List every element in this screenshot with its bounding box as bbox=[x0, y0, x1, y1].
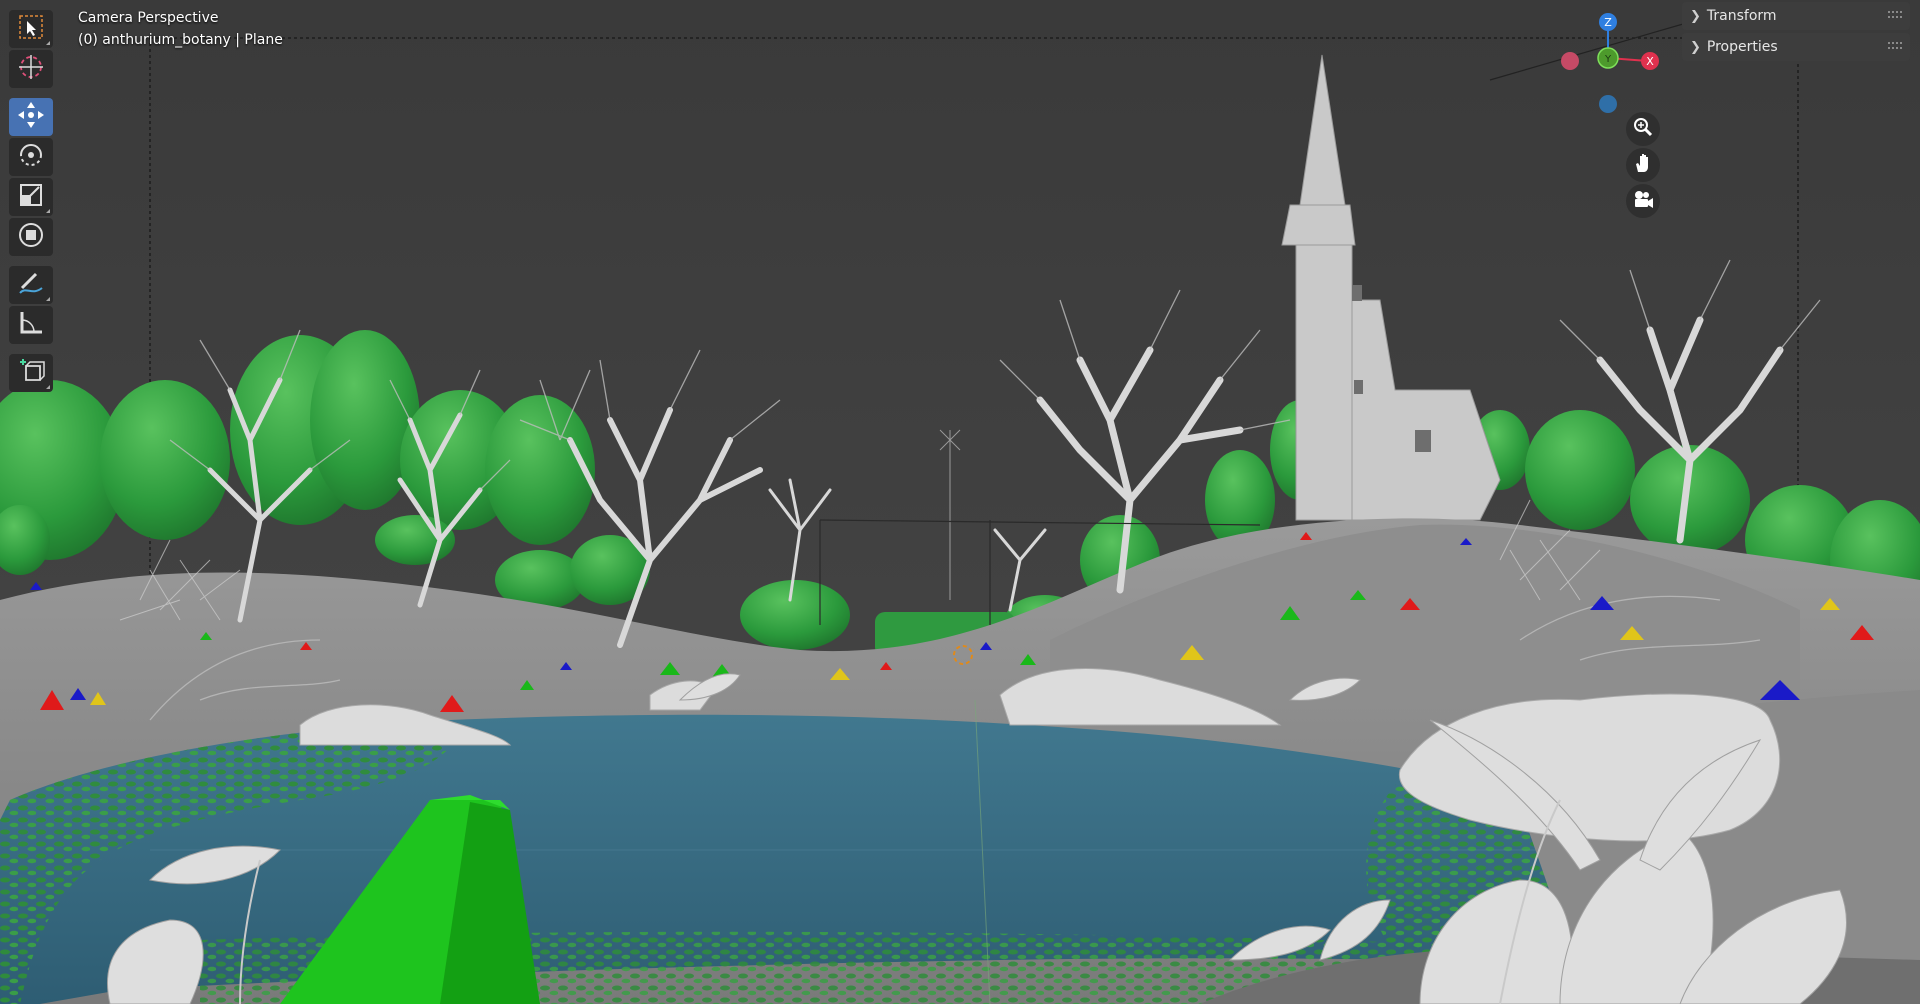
annotate-tool[interactable] bbox=[9, 266, 53, 304]
scale-icon bbox=[17, 181, 45, 213]
properties-panel-label: Properties bbox=[1706, 39, 1778, 55]
axis-gizmo[interactable]: Z X Y bbox=[1550, 6, 1660, 116]
move-tool[interactable] bbox=[9, 98, 53, 136]
hand-icon bbox=[1632, 152, 1654, 178]
measure-tool[interactable] bbox=[9, 306, 53, 344]
transform-tool[interactable] bbox=[9, 218, 53, 256]
drag-handle-icon[interactable] bbox=[1888, 10, 1902, 20]
transform-panel-label: Transform bbox=[1706, 8, 1777, 24]
select-box-tool[interactable] bbox=[9, 10, 53, 48]
transform-icon bbox=[16, 220, 46, 254]
camera-label: Camera Perspective bbox=[78, 10, 219, 26]
3d-viewport[interactable]: Camera Perspective (0) anthurium_botany … bbox=[0, 0, 1920, 1004]
zoom-button[interactable] bbox=[1626, 112, 1660, 146]
transform-panel[interactable]: ❯ Transform bbox=[1682, 2, 1910, 30]
add-cube-icon bbox=[16, 356, 46, 390]
camera-icon bbox=[1631, 188, 1655, 214]
cursor-tool[interactable] bbox=[9, 50, 53, 88]
tool-shelf bbox=[6, 8, 58, 394]
chevron-right-icon: ❯ bbox=[1690, 39, 1701, 55]
rotate-tool[interactable] bbox=[9, 138, 53, 176]
neg-z-axis-handle bbox=[1599, 95, 1617, 113]
drag-handle-icon[interactable] bbox=[1888, 41, 1902, 51]
add-cube-tool[interactable] bbox=[9, 354, 53, 392]
scale-tool[interactable] bbox=[9, 178, 53, 216]
properties-panel[interactable]: ❯ Properties bbox=[1682, 33, 1910, 61]
neg-x-axis-handle bbox=[1561, 52, 1579, 70]
camera-view-button[interactable] bbox=[1626, 184, 1660, 218]
z-axis-label: Z bbox=[1604, 16, 1612, 29]
zoom-icon bbox=[1632, 116, 1654, 142]
annotate-icon bbox=[16, 268, 46, 302]
select-arrow-icon bbox=[18, 14, 44, 44]
rotate-icon bbox=[16, 140, 46, 174]
y-axis-label: Y bbox=[1604, 54, 1612, 65]
pan-button[interactable] bbox=[1626, 148, 1660, 182]
active-object-label: (0) anthurium_botany | Plane bbox=[78, 32, 283, 48]
cursor-icon bbox=[16, 52, 46, 86]
x-axis-label: X bbox=[1646, 55, 1654, 68]
measure-icon bbox=[16, 308, 46, 342]
move-icon bbox=[16, 100, 46, 134]
chevron-right-icon: ❯ bbox=[1690, 8, 1701, 24]
